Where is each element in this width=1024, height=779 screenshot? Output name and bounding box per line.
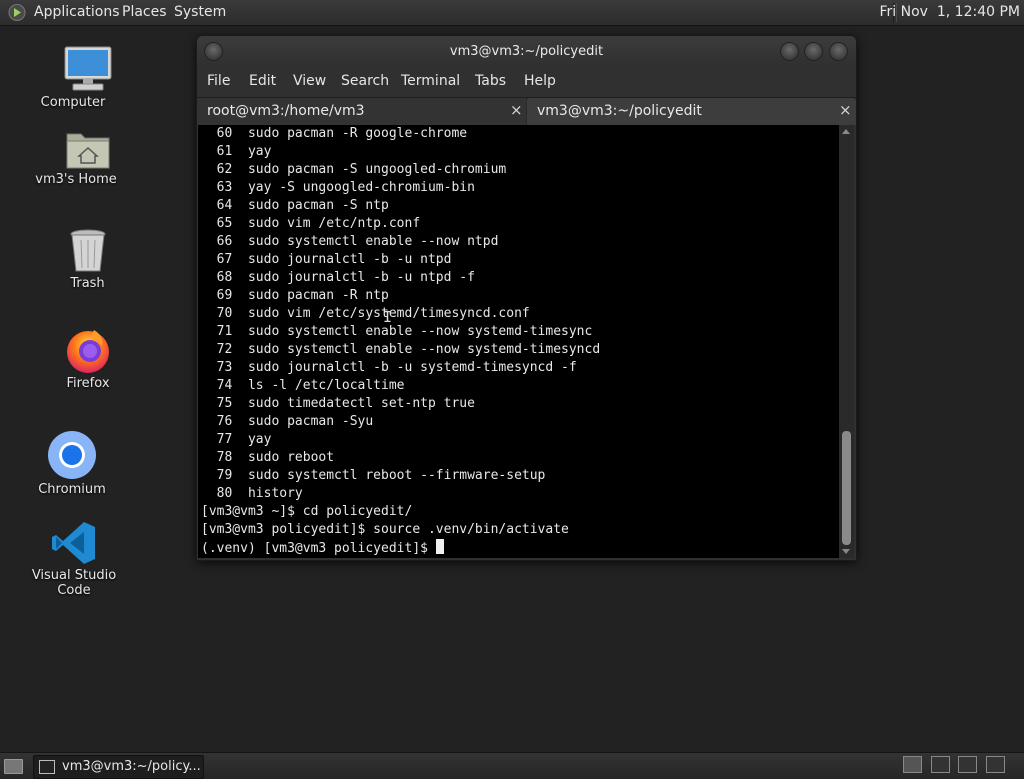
workspace-1[interactable]	[903, 756, 922, 773]
menu-help[interactable]: Help	[524, 73, 556, 89]
desktop-icon-label: Visual Studio Code	[31, 568, 117, 598]
window-title: vm3@vm3:~/policyedit	[449, 44, 604, 59]
firefox-icon	[67, 330, 109, 373]
terminal-line: 69 sudo pacman -R ntp	[201, 288, 389, 303]
top-panel: Applications Places System Fri Nov 1, 12…	[0, 0, 1024, 26]
tab-bar: root@vm3:/home/vm3 × vm3@vm3:~/policyedi…	[197, 97, 856, 125]
terminal-line: 66 sudo systemctl enable --now ntpd	[201, 234, 499, 249]
terminal-line: 79 sudo systemctl reboot --firmware-setu…	[201, 468, 546, 483]
terminal-line: 67 sudo journalctl -b -u ntpd	[201, 252, 452, 267]
taskbar-terminal-button[interactable]: vm3@vm3:~/policy...	[33, 755, 204, 779]
close-button[interactable]	[829, 42, 848, 61]
terminal-prompt: (.venv) [vm3@vm3 policyedit]$	[201, 539, 839, 557]
terminal-line: 71 sudo systemctl enable --now systemd-t…	[201, 324, 593, 339]
workspace-2[interactable]	[931, 756, 950, 773]
menubar: File Edit View Search Terminal Tabs Help	[197, 68, 856, 96]
desktop-icon-trash[interactable]: Trash	[38, 228, 138, 291]
vscode-icon	[52, 522, 95, 564]
bottom-panel: vm3@vm3:~/policy...	[0, 752, 1024, 779]
desktop-icon-computer[interactable]: Computer	[38, 45, 138, 110]
terminal-line: [vm3@vm3 policyedit]$ source .venv/bin/a…	[201, 522, 569, 537]
titlebar[interactable]: vm3@vm3:~/policyedit	[197, 36, 856, 68]
desktop-icon-chromium[interactable]: Chromium	[22, 430, 122, 497]
prompt-text: (.venv) [vm3@vm3 policyedit]$	[201, 541, 436, 556]
tab-label: vm3@vm3:~/policyedit	[537, 103, 702, 119]
terminal-text: 60 sudo pacman -R google-chrome 61 yay 6…	[198, 125, 839, 557]
menu-search[interactable]: Search	[341, 73, 389, 89]
scrollbar-thumb[interactable]	[842, 431, 851, 545]
desktop-icon-vscode[interactable]: Visual Studio Code	[14, 520, 134, 598]
terminal-icon	[39, 760, 55, 774]
tab-close-icon[interactable]: ×	[839, 101, 852, 119]
places-menu[interactable]: Places	[122, 4, 167, 21]
workspace-4[interactable]	[986, 756, 1005, 773]
menu-edit[interactable]: Edit	[249, 73, 276, 89]
desktop-icon-label: Chromium	[38, 482, 106, 497]
system-menu[interactable]: System	[174, 4, 226, 21]
terminal-line: 75 sudo timedatectl set-ntp true	[201, 396, 475, 411]
terminal-line: [vm3@vm3 ~]$ cd policyedit/	[201, 504, 413, 519]
terminal-line: 60 sudo pacman -R google-chrome	[201, 126, 468, 141]
minimize-button[interactable]	[780, 42, 799, 61]
menu-terminal[interactable]: Terminal	[401, 73, 460, 89]
terminal-line: 62 sudo pacman -S ungoogled-chromium	[201, 162, 507, 177]
terminal-line: 78 sudo reboot	[201, 450, 335, 465]
terminal-line: 61 yay	[201, 144, 272, 159]
mate-logo-icon[interactable]	[8, 4, 26, 21]
scroll-up-icon[interactable]	[842, 129, 850, 134]
tab-label: root@vm3:/home/vm3	[207, 103, 365, 119]
home-folder-icon	[66, 133, 110, 169]
show-desktop-icon[interactable]	[4, 759, 23, 774]
chromium-icon	[48, 431, 96, 479]
desktop-icon-label: Computer	[40, 95, 106, 110]
workspace-3[interactable]	[958, 756, 977, 773]
trash-icon	[70, 229, 106, 272]
terminal-line: 63 yay -S ungoogled-chromium-bin	[201, 180, 475, 195]
tab-close-icon[interactable]: ×	[510, 101, 523, 119]
desktop-icon-label: Firefox	[66, 376, 110, 391]
terminal-output[interactable]: 60 sudo pacman -R google-chrome 61 yay 6…	[198, 125, 839, 558]
menu-view[interactable]: View	[293, 73, 326, 89]
terminal-line: 64 sudo pacman -S ntp	[201, 198, 389, 213]
terminal-line: 80 history	[201, 486, 303, 501]
terminal-line: 73 sudo journalctl -b -u systemd-timesyn…	[201, 360, 577, 375]
clock[interactable]: Fri Nov 1, 12:40 PM	[880, 4, 1020, 21]
maximize-button[interactable]	[804, 42, 823, 61]
tab-root[interactable]: root@vm3:/home/vm3 ×	[197, 98, 526, 125]
desktop-icon-home[interactable]: vm3's Home	[35, 128, 138, 187]
terminal-line: 65 sudo vim /etc/ntp.conf	[201, 216, 421, 231]
terminal-line: 77 yay	[201, 432, 272, 447]
computer-icon	[64, 46, 112, 91]
terminal-line: 70 sudo vim /etc/systemd/timesyncd.conf	[201, 306, 530, 321]
scroll-down-icon[interactable]	[842, 549, 850, 554]
tab-policyedit[interactable]: vm3@vm3:~/policyedit ×	[527, 98, 856, 125]
terminal-line: 68 sudo journalctl -b -u ntpd -f	[201, 270, 475, 285]
applications-menu[interactable]: Applications	[34, 4, 120, 21]
terminal-cursor	[435, 539, 444, 554]
text-cursor-icon: I	[383, 308, 393, 326]
terminal-window[interactable]: vm3@vm3:~/policyedit File Edit View Sear…	[196, 35, 857, 561]
terminal-line: 72 sudo systemctl enable --now systemd-t…	[201, 342, 601, 357]
desktop-icon-firefox[interactable]: Firefox	[38, 326, 138, 391]
menu-file[interactable]: File	[207, 73, 230, 89]
taskbar-label: vm3@vm3:~/policy...	[62, 759, 201, 774]
terminal-line: 76 sudo pacman -Syu	[201, 414, 374, 429]
scrollbar[interactable]	[839, 125, 854, 558]
terminal-line: 74 ls -l /etc/localtime	[201, 378, 405, 393]
menu-tabs[interactable]: Tabs	[475, 73, 506, 89]
desktop-icon-label: Trash	[70, 276, 105, 291]
desktop-icon-label: vm3's Home	[35, 172, 117, 187]
